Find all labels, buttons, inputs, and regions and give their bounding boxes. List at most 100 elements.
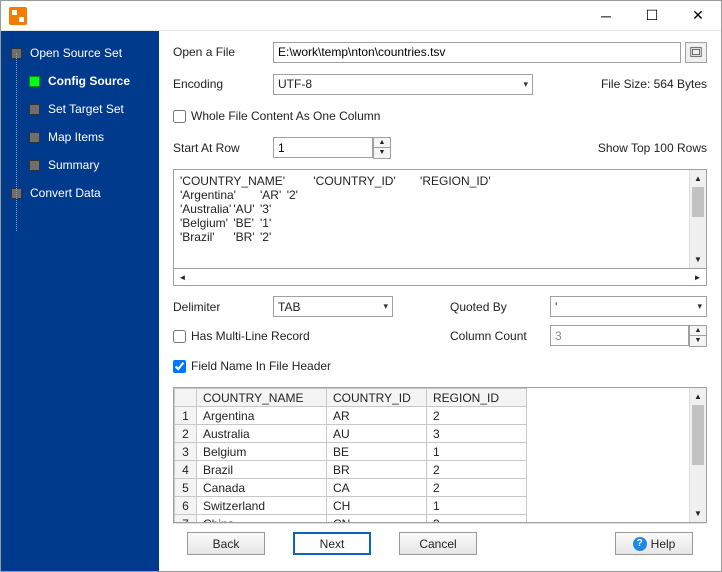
grid-cell[interactable]: Switzerland (197, 497, 327, 515)
encoding-value: UTF-8 (278, 77, 312, 91)
table-row[interactable]: 4BrazilBR2 (175, 461, 527, 479)
grid-cell[interactable]: CN (327, 515, 427, 523)
open-file-input[interactable] (273, 42, 681, 63)
grid-cell[interactable]: AR (327, 407, 427, 425)
grid-cell[interactable]: 2 (427, 461, 527, 479)
grid-cell[interactable]: 3 (427, 515, 527, 523)
grid-cell[interactable]: 1 (427, 443, 527, 461)
column-count-input (550, 325, 689, 346)
scroll-thumb[interactable] (692, 187, 704, 217)
minimize-button[interactable]: ─ (583, 1, 629, 31)
grid-vertical-scrollbar[interactable]: ▲ ▼ (689, 388, 706, 522)
back-button[interactable]: Back (187, 532, 265, 555)
square-node-icon (29, 132, 40, 143)
show-top-rows-label: Show Top 100 Rows (598, 141, 707, 155)
grid-cell[interactable]: 1 (427, 497, 527, 515)
sidebar-item-open-source-set[interactable]: Open Source Set (1, 39, 159, 67)
next-button[interactable]: Next (293, 532, 371, 555)
grid-cell[interactable]: AU (327, 425, 427, 443)
field-header-check-input[interactable] (173, 360, 186, 373)
grid-row-number: 4 (175, 461, 197, 479)
grid-header[interactable]: COUNTRY_ID (327, 389, 427, 407)
grid-corner (175, 389, 197, 407)
spin-down-icon: ▼ (690, 336, 706, 346)
wizard-footer: Back Next Cancel ? Help (173, 523, 707, 563)
chevron-down-icon: ▾ (523, 79, 528, 90)
grid-cell[interactable]: 2 (427, 407, 527, 425)
spin-down-icon[interactable]: ▼ (374, 148, 390, 158)
start-row-spinner[interactable]: ▲▼ (373, 137, 391, 159)
sidebar-item-map-items[interactable]: Map Items (1, 123, 159, 151)
folder-icon (689, 45, 703, 59)
sidebar-item-label: Summary (48, 158, 99, 172)
grid-cell[interactable]: Canada (197, 479, 327, 497)
table-row[interactable]: 5CanadaCA2 (175, 479, 527, 497)
help-icon: ? (633, 537, 647, 551)
grid-header[interactable]: REGION_ID (427, 389, 527, 407)
spin-up-icon[interactable]: ▲ (374, 138, 390, 148)
sidebar-item-label: Config Source (48, 74, 130, 88)
whole-file-check-input[interactable] (173, 110, 186, 123)
grid-header[interactable]: COUNTRY_NAME (197, 389, 327, 407)
grid-cell[interactable]: China (197, 515, 327, 523)
maximize-button[interactable]: ☐ (629, 1, 675, 31)
whole-file-check-label: Whole File Content As One Column (191, 109, 380, 123)
cancel-button[interactable]: Cancel (399, 532, 477, 555)
grid-cell[interactable]: 3 (427, 425, 527, 443)
table-row[interactable]: 2AustraliaAU3 (175, 425, 527, 443)
scroll-up-icon[interactable]: ▲ (690, 170, 706, 187)
sidebar-item-label: Open Source Set (30, 46, 122, 60)
grid-cell[interactable]: BR (327, 461, 427, 479)
square-node-icon (29, 104, 40, 115)
preview-vertical-scrollbar[interactable]: ▲ ▼ (689, 170, 706, 268)
column-count-label: Column Count (450, 329, 550, 343)
scroll-down-icon[interactable]: ▼ (690, 505, 706, 522)
table-row[interactable]: 3BelgiumBE1 (175, 443, 527, 461)
table-row[interactable]: 7ChinaCN3 (175, 515, 527, 523)
wizard-window: ─ ☐ ✕ Open Source Set Config Source Set … (0, 0, 722, 572)
chevron-down-icon: ▾ (697, 301, 702, 312)
chevron-down-icon: ▾ (383, 301, 388, 312)
spin-up-icon: ▲ (690, 326, 706, 336)
file-preview-content: 'COUNTRY_NAME' 'COUNTRY_ID' 'REGION_ID' … (174, 170, 689, 268)
field-header-check-label: Field Name In File Header (191, 359, 331, 373)
encoding-select[interactable]: UTF-8 ▾ (273, 74, 533, 95)
grid-cell[interactable]: Brazil (197, 461, 327, 479)
table-row[interactable]: 1ArgentinaAR2 (175, 407, 527, 425)
scroll-up-icon[interactable]: ▲ (690, 388, 706, 405)
grid-row-number: 7 (175, 515, 197, 523)
whole-file-checkbox[interactable]: Whole File Content As One Column (173, 109, 380, 123)
sidebar-item-config-source[interactable]: Config Source (1, 67, 159, 95)
grid-cell[interactable]: Belgium (197, 443, 327, 461)
scroll-down-icon[interactable]: ▼ (690, 251, 706, 268)
field-header-checkbox[interactable]: Field Name In File Header (173, 359, 331, 373)
data-grid[interactable]: COUNTRY_NAMECOUNTRY_IDREGION_ID1Argentin… (173, 387, 707, 523)
grid-cell[interactable]: CA (327, 479, 427, 497)
close-button[interactable]: ✕ (675, 1, 721, 31)
grid-cell[interactable]: Argentina (197, 407, 327, 425)
grid-cell[interactable]: CH (327, 497, 427, 515)
grid-cell[interactable]: 2 (427, 479, 527, 497)
grid-cell[interactable]: BE (327, 443, 427, 461)
column-count-spinner: ▲▼ (689, 325, 707, 347)
browse-file-button[interactable] (685, 42, 707, 63)
preview-horizontal-scrollbar[interactable]: ◄ ► (173, 269, 707, 286)
delimiter-select[interactable]: TAB ▾ (273, 296, 393, 317)
quoted-by-label: Quoted By (450, 300, 550, 314)
quoted-by-value: ' (555, 300, 557, 314)
start-row-input[interactable] (273, 137, 373, 158)
scroll-right-icon[interactable]: ► (689, 269, 706, 285)
grid-cell[interactable]: Australia (197, 425, 327, 443)
scroll-thumb[interactable] (692, 405, 704, 465)
quoted-by-select[interactable]: ' ▾ (550, 296, 707, 317)
square-node-active-icon (29, 76, 40, 87)
table-row[interactable]: 6SwitzerlandCH1 (175, 497, 527, 515)
multi-line-check-input[interactable] (173, 330, 186, 343)
multi-line-checkbox[interactable]: Has Multi-Line Record (173, 329, 310, 343)
sidebar-item-set-target-set[interactable]: Set Target Set (1, 95, 159, 123)
scroll-left-icon[interactable]: ◄ (174, 269, 191, 285)
help-button[interactable]: ? Help (615, 532, 693, 555)
sidebar-item-summary[interactable]: Summary (1, 151, 159, 179)
titlebar: ─ ☐ ✕ (1, 1, 721, 31)
sidebar-item-convert-data[interactable]: Convert Data (1, 179, 159, 207)
